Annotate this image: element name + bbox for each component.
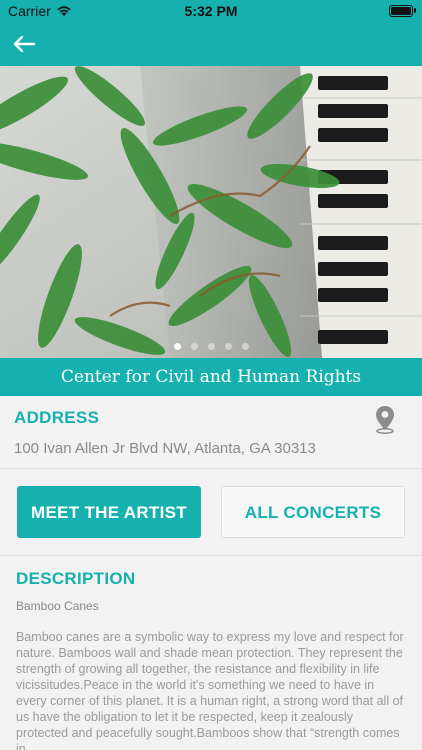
all-concerts-button[interactable]: ALL CONCERTS bbox=[221, 486, 405, 538]
location-pin-icon bbox=[376, 406, 394, 434]
status-bar: Carrier 5:32 PM bbox=[0, 0, 422, 22]
carousel-dot[interactable] bbox=[190, 343, 198, 350]
address-section: ADDRESS 100 Ivan Allen Jr Blvd NW, Atlan… bbox=[0, 396, 422, 469]
carousel-dot[interactable] bbox=[173, 343, 181, 350]
description-heading: DESCRIPTION bbox=[16, 569, 136, 588]
address-heading: ADDRESS bbox=[14, 408, 100, 427]
back-button[interactable] bbox=[8, 28, 40, 60]
carousel-dot[interactable] bbox=[207, 343, 215, 350]
address-text: 100 Ivan Allen Jr Blvd NW, Atlanta, GA 3… bbox=[14, 440, 316, 457]
carousel-dot[interactable] bbox=[224, 343, 232, 350]
back-arrow-icon bbox=[13, 35, 36, 53]
description-body: Bamboo canes are a symbolic way to expre… bbox=[16, 630, 404, 750]
description-section: DESCRIPTION Bamboo Canes Bamboo canes ar… bbox=[0, 556, 422, 750]
hero-image-carousel[interactable] bbox=[0, 66, 422, 358]
status-time: 5:32 PM bbox=[184, 3, 238, 19]
action-buttons: MEET THE ARTIST ALL CONCERTS bbox=[0, 469, 422, 556]
description-subtitle: Bamboo Canes bbox=[16, 599, 99, 613]
hero-photo bbox=[0, 66, 422, 358]
carousel-dot[interactable] bbox=[241, 343, 249, 350]
venue-name: Center for Civil and Human Rights bbox=[0, 358, 422, 396]
nav-bar bbox=[0, 22, 422, 66]
location-pin-button[interactable] bbox=[372, 404, 398, 434]
carousel-page-indicator[interactable] bbox=[0, 343, 422, 350]
battery-icon bbox=[389, 5, 416, 17]
meet-the-artist-button[interactable]: MEET THE ARTIST bbox=[17, 486, 201, 538]
